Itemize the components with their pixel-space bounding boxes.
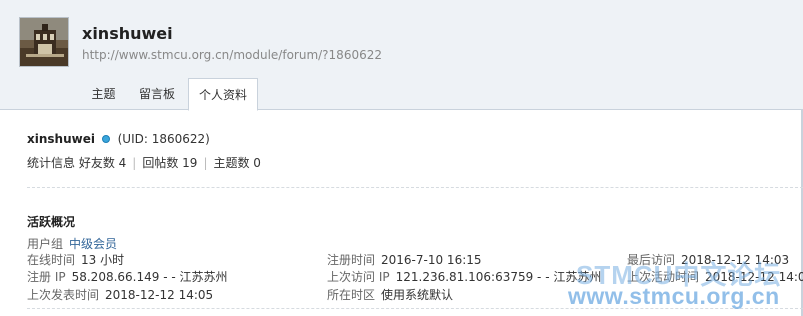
register-time-label: 注册时间: [327, 253, 376, 267]
last-visit-ip-value: 121.236.81.106:63759 - - 江苏苏州: [395, 270, 602, 284]
register-time-value: 2016-7-10 16:15: [381, 253, 482, 267]
stats-separator: |: [132, 156, 137, 170]
register-ip-value: 58.208.66.149 - - 江苏苏州: [71, 270, 228, 284]
profile-stats: 统计信息 好友数 4 | 回帖数 19 | 主题数 0: [27, 154, 261, 171]
last-post-label: 上次发表时间: [27, 288, 100, 302]
last-visit-ip-row: 上次访问 IP 121.236.81.106:63759 - - 江苏苏州: [327, 268, 601, 285]
last-post-row: 上次发表时间 2018-12-12 14:05: [27, 286, 213, 303]
register-ip-row: 注册 IP 58.208.66.149 - - 江苏苏州: [27, 268, 228, 285]
profile-url[interactable]: http://www.stmcu.org.cn/module/forum/?18…: [82, 48, 382, 62]
last-active-value: 2018-12-12 14:0: [705, 270, 803, 284]
section-bottom-divider: [27, 308, 803, 309]
stats-label: 统计信息: [27, 156, 76, 170]
register-time-row: 注册时间 2016-7-10 16:15: [327, 251, 482, 268]
watermark-line2: www.stmcu.org.cn: [568, 283, 780, 309]
tab-profile[interactable]: 个人资料: [188, 78, 258, 111]
user-group-label: 用户组: [27, 237, 64, 251]
last-post-value: 2018-12-12 14:05: [105, 288, 214, 302]
register-ip-label: 注册 IP: [27, 270, 66, 284]
activity-section-title: 活跃概况: [27, 215, 76, 229]
stats-separator: |: [203, 156, 208, 170]
last-visit-row: 最后访问 2018-12-12 14:03: [627, 251, 789, 268]
last-active-label: 上次活动时间: [627, 270, 700, 284]
profile-name-line: xinshuwei (UID: 1860622): [27, 132, 210, 146]
header-username[interactable]: xinshuwei: [82, 24, 173, 43]
timezone-label: 所在时区: [327, 288, 376, 302]
friends-count-link[interactable]: 好友数 4: [79, 156, 126, 170]
profile-username: xinshuwei: [27, 132, 95, 146]
online-status-icon: [101, 135, 110, 143]
online-time-label: 在线时间: [27, 253, 76, 267]
user-group-row: 用户组 中级会员: [27, 235, 117, 252]
online-time-row: 在线时间 13 小时: [27, 251, 124, 268]
last-visit-ip-label: 上次访问 IP: [327, 270, 390, 284]
timezone-row: 所在时区 使用系统默认: [327, 286, 453, 303]
user-group-link[interactable]: 中级会员: [69, 237, 117, 251]
avatar-image: [20, 18, 68, 66]
section-divider: [27, 187, 803, 188]
tab-topics[interactable]: 主题: [80, 78, 127, 110]
last-visit-value: 2018-12-12 14:03: [681, 253, 790, 267]
replies-count-link[interactable]: 回帖数 19: [142, 156, 197, 170]
tab-guestbook[interactable]: 留言板: [127, 78, 187, 110]
avatar[interactable]: [19, 17, 69, 67]
online-time-value: 13 小时: [81, 253, 125, 267]
timezone-value: 使用系统默认: [381, 288, 454, 302]
profile-uid: (UID: 1860622): [117, 132, 210, 146]
last-active-row: 上次活动时间 2018-12-12 14:0: [627, 268, 803, 285]
topics-count-link[interactable]: 主题数 0: [213, 156, 260, 170]
profile-header: xinshuwei http://www.stmcu.org.cn/module…: [0, 0, 803, 111]
last-visit-label: 最后访问: [627, 253, 676, 267]
